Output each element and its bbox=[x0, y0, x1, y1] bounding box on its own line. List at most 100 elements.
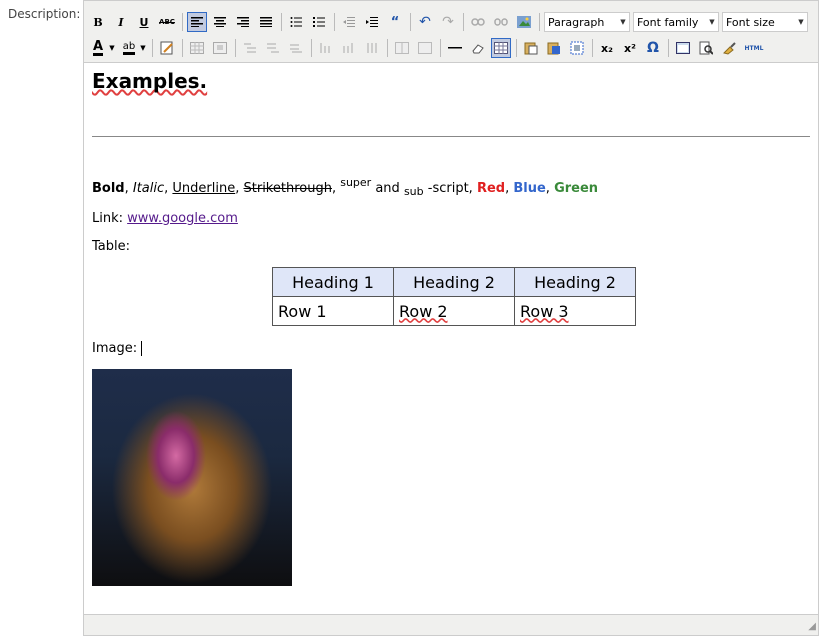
table-header-cell[interactable]: Heading 2 bbox=[514, 267, 636, 297]
cell-props-icon bbox=[213, 42, 227, 54]
separator-text: , bbox=[545, 181, 555, 196]
align-right-button[interactable] bbox=[233, 12, 253, 32]
bold-text: Bold bbox=[92, 181, 125, 196]
cleanup-brush-icon bbox=[723, 42, 736, 55]
table-cell[interactable]: Row 1 bbox=[272, 296, 394, 326]
visual-aid-icon bbox=[494, 42, 508, 54]
chevron-down-icon[interactable]: ▼ bbox=[108, 38, 116, 58]
paste-text-icon bbox=[524, 42, 538, 55]
rich-text-editor[interactable]: B I U ABC “ ↶ ↷ Paragraph ▼ Font family … bbox=[83, 0, 819, 636]
blockquote-button[interactable]: “ bbox=[385, 12, 405, 32]
select-all-icon bbox=[570, 41, 584, 55]
preview-icon bbox=[699, 41, 713, 55]
horizontal-rule bbox=[92, 136, 810, 137]
paste-word-icon bbox=[547, 42, 560, 55]
outdent-button[interactable] bbox=[339, 12, 359, 32]
redo-button[interactable]: ↷ bbox=[438, 12, 458, 32]
font-size-select[interactable]: Font size ▼ bbox=[722, 12, 808, 32]
align-left-button[interactable] bbox=[187, 12, 207, 32]
col-before-button[interactable] bbox=[316, 38, 336, 58]
table-props-icon bbox=[190, 42, 204, 54]
highlight-color-button[interactable]: ab bbox=[119, 38, 139, 58]
editor-toolbar: B I U ABC “ ↶ ↷ Paragraph ▼ Font family … bbox=[84, 1, 818, 63]
preview-button[interactable] bbox=[696, 38, 716, 58]
superscript-button[interactable]: x² bbox=[620, 38, 640, 58]
remove-format-button[interactable] bbox=[468, 38, 488, 58]
subscript-button[interactable]: x₂ bbox=[597, 38, 617, 58]
table-cell[interactable]: Row 2 bbox=[393, 296, 515, 326]
align-justify-button[interactable] bbox=[256, 12, 276, 32]
align-center-button[interactable] bbox=[210, 12, 230, 32]
align-center-icon bbox=[214, 17, 226, 27]
separator-text: , bbox=[235, 181, 244, 196]
row-after-button[interactable] bbox=[263, 38, 283, 58]
table-header-cell[interactable]: Heading 2 bbox=[393, 267, 515, 297]
font-family-select[interactable]: Font family ▼ bbox=[633, 12, 719, 32]
toolbar-separator bbox=[516, 39, 517, 57]
visual-aid-button[interactable] bbox=[491, 38, 511, 58]
chevron-down-icon[interactable]: ▼ bbox=[139, 38, 147, 58]
google-link[interactable]: www.google.com bbox=[127, 211, 238, 226]
align-justify-icon bbox=[260, 17, 272, 27]
content-heading: Examples. bbox=[92, 69, 208, 93]
chevron-down-icon: ▼ bbox=[709, 18, 715, 26]
unlink-button[interactable] bbox=[491, 12, 511, 32]
and-text: and bbox=[371, 181, 404, 196]
table-props-button[interactable] bbox=[187, 38, 207, 58]
bullet-list-icon bbox=[290, 17, 302, 27]
toolbar-row-2: A ▼ ab ▼ x₂ x² Ω HTML bbox=[88, 36, 769, 60]
unlink-icon bbox=[494, 18, 508, 26]
undo-button[interactable]: ↶ bbox=[415, 12, 435, 32]
merge-cells-button[interactable] bbox=[415, 38, 435, 58]
html-source-button[interactable]: HTML bbox=[742, 38, 766, 58]
toolbar-separator bbox=[182, 13, 183, 31]
row-before-button[interactable] bbox=[240, 38, 260, 58]
indent-icon bbox=[366, 17, 378, 27]
insert-image-button[interactable] bbox=[514, 12, 534, 32]
horizontal-rule-button[interactable] bbox=[445, 38, 465, 58]
delete-row-button[interactable] bbox=[286, 38, 306, 58]
toolbar-separator bbox=[311, 39, 312, 57]
horizontal-rule-icon bbox=[448, 47, 462, 49]
bold-button[interactable]: B bbox=[88, 12, 108, 32]
special-char-button[interactable]: Ω bbox=[643, 38, 663, 58]
toolbar-separator bbox=[334, 13, 335, 31]
editor-statusbar: ◢ bbox=[84, 614, 818, 635]
lion-image[interactable] bbox=[92, 369, 292, 586]
link-line: Link: www.google.com bbox=[92, 211, 238, 226]
table-row: Row 1 Row 2 Row 3 bbox=[272, 296, 636, 326]
merge-cells-icon bbox=[418, 42, 432, 54]
italic-button[interactable]: I bbox=[111, 12, 131, 32]
row-after-icon bbox=[267, 43, 279, 53]
numbered-list-button[interactable] bbox=[309, 12, 329, 32]
link-icon bbox=[471, 18, 485, 26]
text-color-button[interactable]: A bbox=[88, 38, 108, 58]
split-cells-button[interactable] bbox=[392, 38, 412, 58]
script-text: -script, bbox=[423, 181, 477, 196]
indent-button[interactable] bbox=[362, 12, 382, 32]
cleanup-button[interactable] bbox=[719, 38, 739, 58]
link-button[interactable] bbox=[468, 12, 488, 32]
paste-word-button[interactable] bbox=[544, 38, 564, 58]
resize-grip-icon[interactable]: ◢ bbox=[804, 621, 816, 633]
strikethrough-text: Strikethrough bbox=[243, 181, 332, 196]
superscript-text: super bbox=[340, 176, 372, 189]
toolbar-separator bbox=[182, 39, 183, 57]
block-format-select[interactable]: Paragraph ▼ bbox=[544, 12, 630, 32]
strikethrough-button[interactable]: ABC bbox=[157, 12, 177, 32]
content-table: Heading 1 Heading 2 Heading 2 Row 1 Row … bbox=[272, 267, 636, 326]
style-props-button[interactable] bbox=[157, 38, 177, 58]
bullet-list-button[interactable] bbox=[286, 12, 306, 32]
col-after-button[interactable] bbox=[339, 38, 359, 58]
outdent-icon bbox=[343, 17, 355, 27]
fullscreen-button[interactable] bbox=[673, 38, 693, 58]
table-cell[interactable]: Row 3 bbox=[514, 296, 636, 326]
paste-text-button[interactable] bbox=[521, 38, 541, 58]
select-all-button[interactable] bbox=[567, 38, 587, 58]
table-header-cell[interactable]: Heading 1 bbox=[272, 267, 394, 297]
delete-col-button[interactable] bbox=[362, 38, 382, 58]
italic-text: Italic bbox=[132, 181, 165, 196]
cell-props-button[interactable] bbox=[210, 38, 230, 58]
separator-text: , bbox=[124, 181, 133, 196]
underline-button[interactable]: U bbox=[134, 12, 154, 32]
